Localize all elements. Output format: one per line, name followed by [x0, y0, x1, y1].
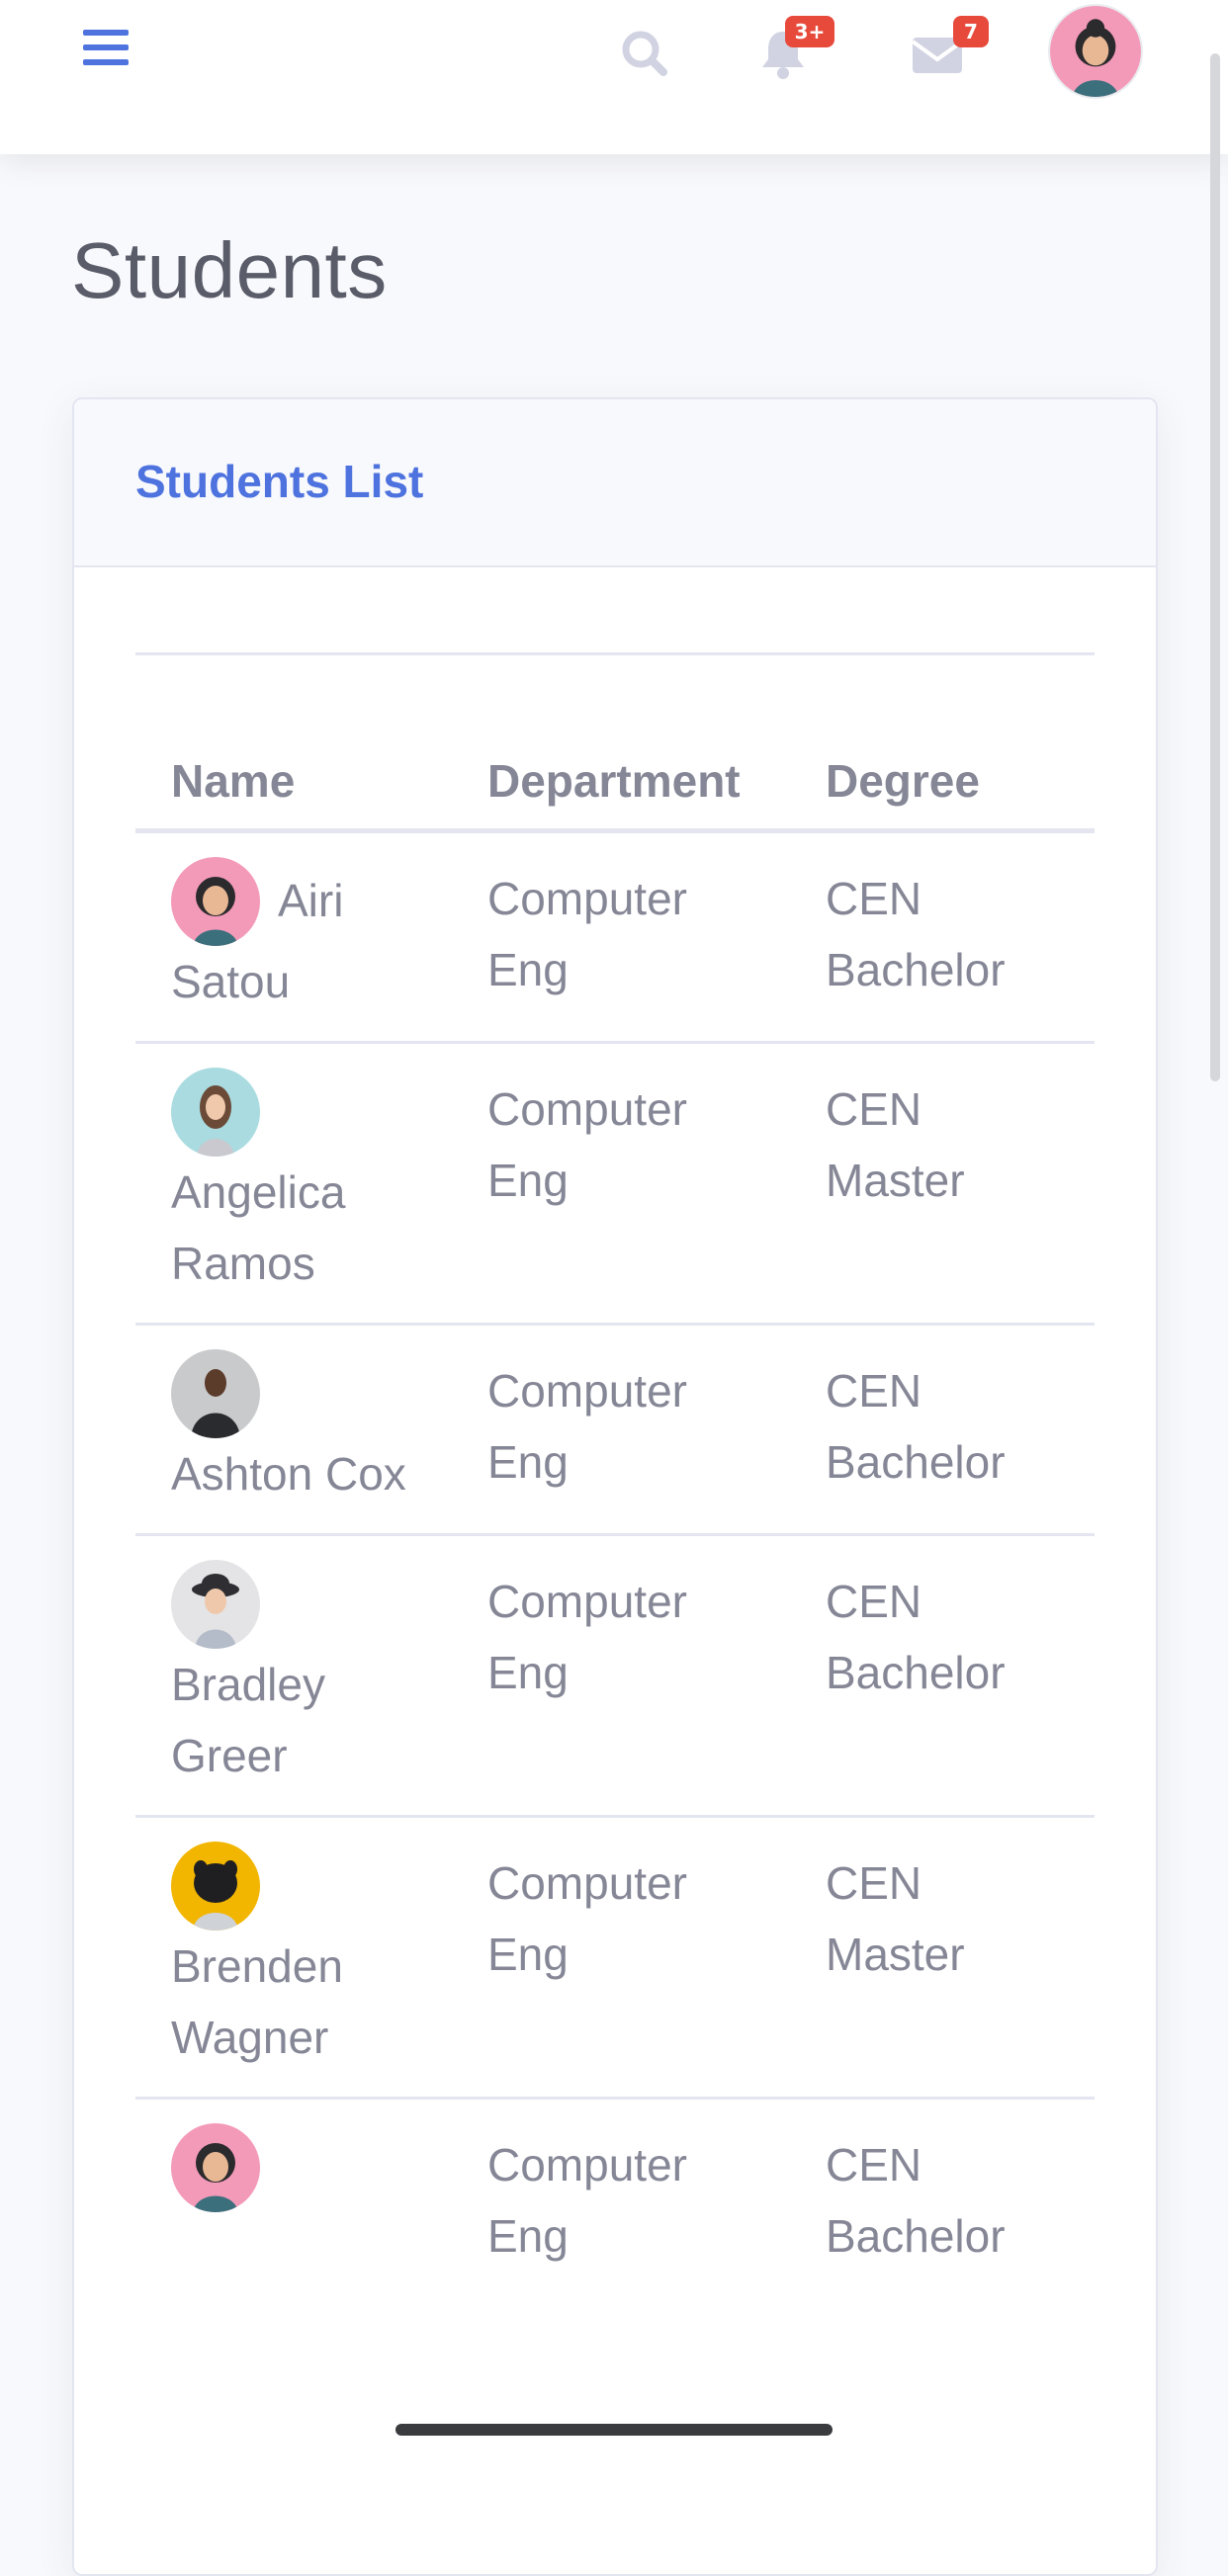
column-header-name[interactable]: Name — [135, 733, 452, 833]
card-header: Students List — [74, 399, 1156, 567]
cell-name: Angelica Ramos — [135, 1041, 452, 1325]
cell-extra: 6 — [1059, 2097, 1095, 2295]
cell-degree: CEN Bachelor — [790, 2097, 1059, 2295]
cell-extra: 3 — [1059, 829, 1095, 1043]
student-name: Angelica Ramos — [171, 1166, 346, 1289]
topbar: 3+ 7 — [0, 0, 1228, 154]
cell-name: Brenden Wagner — [135, 1815, 452, 2099]
cell-extra: 6 — [1059, 1323, 1095, 1535]
divider — [135, 652, 1095, 655]
student-avatar — [171, 2123, 260, 2212]
cell-degree: CEN Bachelor — [790, 1323, 1059, 1535]
table-row[interactable]: Brenden Wagner Computer Eng CEN Master 2 — [135, 1815, 1095, 2099]
cell-department: Computer Eng — [452, 829, 790, 1043]
student-name: Brenden Wagner — [171, 1940, 343, 2063]
student-name: Ashton Cox — [171, 1448, 406, 1500]
cell-department: Computer Eng — [452, 2097, 790, 2295]
card-title: Students List — [135, 456, 424, 507]
cell-degree: CEN Master — [790, 1815, 1059, 2099]
students-card: Students List Name Department Degree C — [72, 397, 1158, 2576]
student-avatar — [171, 857, 260, 946]
page-title: Students — [71, 226, 388, 314]
cell-extra: 2 — [1059, 1815, 1095, 2099]
cell-name: Ashton Cox — [135, 1323, 452, 1535]
messages-badge: 7 — [953, 16, 989, 47]
student-avatar — [171, 1068, 260, 1157]
table-container[interactable]: Name Department Degree C — [135, 565, 1095, 2574]
column-header-department[interactable]: Department — [452, 733, 790, 833]
hamburger-menu-icon[interactable] — [83, 30, 129, 69]
student-avatar — [171, 1349, 260, 1438]
cell-degree: CEN Master — [790, 1041, 1059, 1325]
cell-name: Airi Satou — [135, 829, 452, 1043]
cell-department: Computer Eng — [452, 1533, 790, 1817]
table-row[interactable]: Angelica Ramos Computer Eng CEN Master 4 — [135, 1041, 1095, 1325]
cell-degree: CEN Bachelor — [790, 829, 1059, 1043]
user-avatar[interactable] — [1050, 6, 1141, 97]
notifications-badge: 3+ — [785, 16, 834, 47]
table-row[interactable]: Computer Eng CEN Bachelor 6 — [135, 2097, 1095, 2295]
cell-degree: CEN Bachelor — [790, 1533, 1059, 1817]
cell-department: Computer Eng — [452, 1815, 790, 2099]
column-header-extra[interactable]: C — [1059, 733, 1095, 833]
table-row[interactable]: Bradley Greer Computer Eng CEN Bachelor … — [135, 1533, 1095, 1817]
student-avatar — [171, 1560, 260, 1649]
cell-extra: 4 — [1059, 1041, 1095, 1325]
table-row[interactable]: Ashton Cox Computer Eng CEN Bachelor 6 — [135, 1323, 1095, 1535]
student-name: Bradley Greer — [171, 1659, 325, 1781]
cell-name: Bradley Greer — [135, 1533, 452, 1817]
student-avatar — [171, 1842, 260, 1931]
cell-department: Computer Eng — [452, 1323, 790, 1535]
cell-extra: 4 — [1059, 1533, 1095, 1817]
column-header-degree[interactable]: Degree — [790, 733, 1059, 833]
cell-name — [135, 2097, 452, 2295]
table-row[interactable]: Airi Satou Computer Eng CEN Bachelor 3 — [135, 829, 1095, 1043]
students-table: Name Department Degree C — [135, 733, 1095, 2295]
table-header-row: Name Department Degree C — [135, 733, 1095, 833]
page-scrollbar[interactable] — [1210, 53, 1220, 1081]
search-icon[interactable] — [615, 24, 674, 83]
home-indicator — [395, 2424, 833, 2436]
cell-department: Computer Eng — [452, 1041, 790, 1325]
